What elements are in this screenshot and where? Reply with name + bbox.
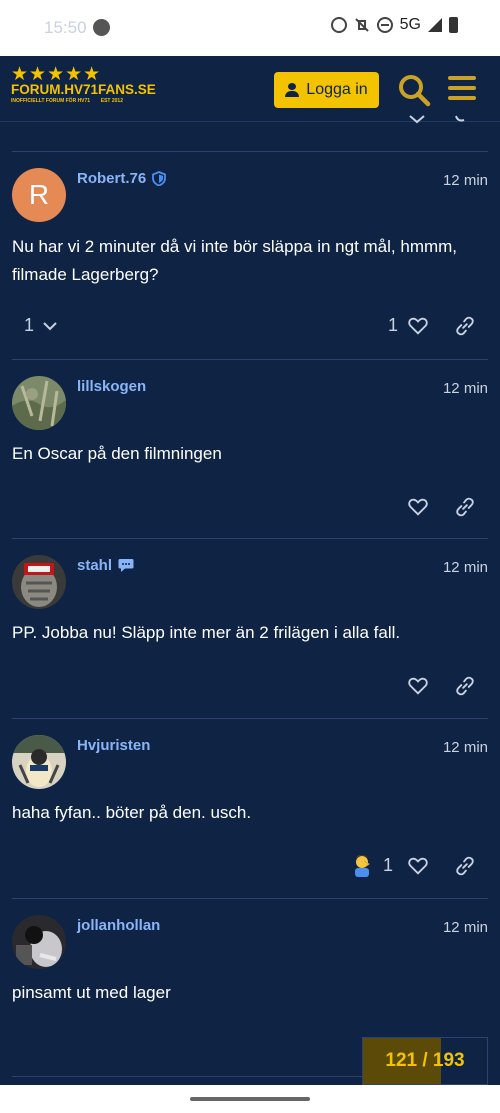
post-divider [12,538,488,539]
topic-progress-label: 121 / 193 [385,1050,465,1071]
link-icon[interactable] [454,496,476,518]
avatar[interactable] [12,555,66,609]
logo-name: FORUM.HV71FANS.SE [11,82,156,97]
post-username-container: Robert.76 [77,170,167,187]
post-divider [12,359,488,360]
data-saver-icon [330,17,347,33]
topic-progress[interactable]: 121 / 193 [362,1037,488,1085]
do-not-disturb-icon [376,17,393,33]
logo-stars: ★★★★★ [11,64,102,85]
shield-icon [152,171,167,186]
post-content: PP. Jobba nu! Släpp inte mer än 2 friläg… [12,623,401,642]
logo-sub-right: EST 2012 [100,98,123,104]
post-content: En Oscar på den filmningen [12,444,222,463]
post: R Robert.76 12 min Nu har vi 2 minuter d… [12,168,488,348]
post-username[interactable]: lillskogen [77,378,146,395]
post-time[interactable]: 12 min [443,919,488,936]
post-content: pinsamt ut med lager [12,983,171,1002]
post-username[interactable]: jollanhollan [77,917,160,934]
post-username[interactable]: Hvjuristen [77,737,150,754]
facepalm-emoji-icon [355,855,370,877]
replies-count: 1 [24,315,35,335]
navigation-bar [0,1085,500,1113]
post-divider [12,151,488,152]
post-time[interactable]: 12 min [443,559,488,576]
post-time[interactable]: 12 min [443,739,488,756]
post-divider [12,898,488,899]
hamburger-menu-icon[interactable] [448,76,476,100]
heart-icon[interactable] [407,855,429,877]
login-label: Logga in [306,81,368,98]
post-divider [12,718,488,719]
post-content: haha fyfan.. böter på den. usch. [12,803,252,822]
replies-toggle[interactable]: 1 [24,315,60,336]
post-actions [12,675,488,699]
post-actions: 1 [12,855,488,879]
post-time[interactable]: 12 min [443,380,488,397]
post-username-container: Hvjuristen [77,737,150,754]
post-username-container: jollanhollan [77,917,160,934]
like-count-button[interactable]: 1 [388,315,398,336]
avatar[interactable] [12,915,66,969]
status-bar: 15:50 5G [0,0,500,56]
post: stahl 12 min PP. Jobba nu! Släpp inte me… [12,555,488,705]
signal-icon [428,18,442,32]
post-username[interactable]: Robert.76 [77,170,146,187]
logo-sub: INOFFICIELLT FORUM FÖR HV71 EST 2012 [11,97,123,106]
post: jollanhollan 12 min pinsamt ut med lager [12,915,488,1025]
person-icon [285,83,300,97]
battery-icon [449,17,458,33]
vibrate-off-icon [354,18,369,32]
post-actions: 1 1 [12,315,488,339]
post: Hvjuristen 12 min haha fyfan.. böter på … [12,735,488,885]
like-count: 1 [388,315,399,335]
link-icon[interactable] [454,675,476,697]
notification-dot-icon [93,19,110,36]
post-username-container: stahl [77,557,134,574]
post-username-container: lillskogen [77,378,146,395]
link-icon[interactable] [454,315,476,337]
previous-post-icons [409,115,465,124]
previous-post-actions [400,112,480,126]
post-time[interactable]: 12 min [443,172,488,189]
link-icon[interactable] [454,855,476,877]
heart-icon[interactable] [407,675,429,697]
post-content: Nu har vi 2 minuter då vi inte bör släpp… [12,237,458,284]
login-button[interactable]: Logga in [274,72,379,108]
status-icons: 5G [330,16,458,34]
logo-sub-left: INOFFICIELLT FORUM FÖR HV71 [11,98,91,104]
like-count: 1 [383,855,394,875]
avatar[interactable]: R [12,168,66,222]
chevron-down-icon [43,321,57,330]
avatar[interactable] [12,735,66,789]
network-label: 5G [399,16,421,33]
home-gesture-handle[interactable] [190,1097,310,1101]
avatar[interactable] [12,376,66,430]
like-count-button[interactable]: 1 [383,855,393,876]
post-username[interactable]: stahl [77,557,112,574]
search-icon[interactable] [397,73,431,107]
site-logo[interactable]: ★★★★★ FORUM.HV71FANS.SE INOFFICIELLT FOR… [11,64,156,106]
post-actions [12,496,488,520]
heart-icon[interactable] [407,496,429,518]
post: lillskogen 12 min En Oscar på den filmni… [12,376,488,526]
heart-icon[interactable] [407,315,429,337]
speech-bubble-icon [118,559,134,572]
